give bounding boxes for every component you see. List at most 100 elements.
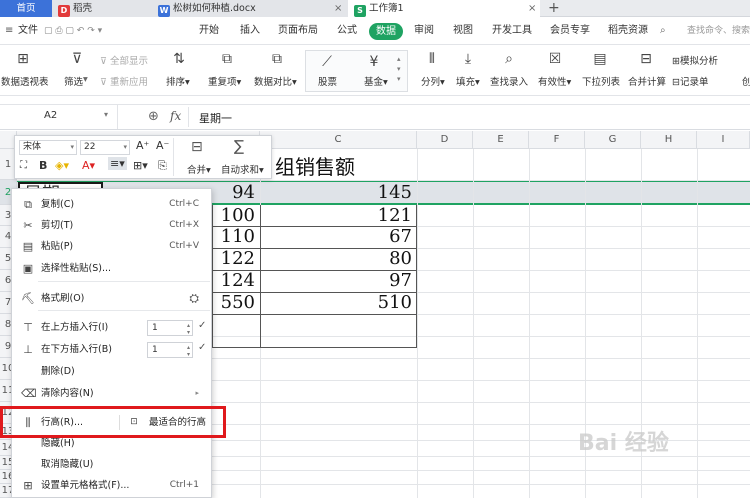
menu-insert[interactable]: 插入	[240, 17, 260, 45]
chevron-right-icon: ▸	[195, 389, 199, 397]
column-header-e[interactable]: E	[473, 131, 529, 149]
menu-file[interactable]: 文件	[18, 17, 38, 45]
font-name-select[interactable]: 宋体 ▾	[19, 140, 77, 155]
bold-icon[interactable]: B	[39, 159, 47, 172]
chevron-down-icon: ▾	[83, 74, 88, 85]
menu-format-cells[interactable]: ⊞ 设置单元格格式(F)... Ctrl+1	[12, 475, 211, 496]
validity-button[interactable]: 有效性▾	[538, 74, 571, 88]
cell-b6[interactable]: 124	[212, 270, 260, 292]
tab-docer[interactable]: D 稻壳	[52, 0, 152, 17]
menu-review[interactable]: 审阅	[414, 17, 434, 45]
sort-button[interactable]: 排序▾	[166, 74, 190, 88]
formula-content: 星期一	[199, 112, 232, 125]
menu-formulas[interactable]: 公式	[337, 17, 357, 45]
fill-color-icon[interactable]: ◈▾	[55, 159, 69, 172]
chevron-down-icon[interactable]: ▾	[104, 110, 108, 119]
column-header-d[interactable]: D	[417, 131, 473, 149]
fill-button[interactable]: 填充▾	[456, 74, 480, 88]
menu-bar: ≡ 文件 ▢ ⎙ ▢ ↶ ↷ ▾ 开始 插入 页面布局 公式 数据 审阅 视图 …	[0, 17, 750, 45]
autosum-button[interactable]: 自动求和▾	[221, 162, 264, 176]
chevron-down-icon: ▾	[70, 143, 74, 151]
check-icon[interactable]: ✓	[198, 342, 206, 353]
pivot-table-button[interactable]: 数据透视表	[1, 74, 49, 88]
menu-view[interactable]: 视图	[453, 17, 473, 45]
cell-c6[interactable]: 97	[260, 270, 417, 292]
stock-button[interactable]: 股票	[318, 74, 337, 88]
show-all-button[interactable]: ⊽ 全部显示	[100, 53, 148, 67]
cell-c2[interactable]: 145	[260, 182, 417, 204]
close-icon[interactable]: ×	[334, 0, 342, 17]
cell-c4[interactable]: 67	[260, 226, 417, 248]
increase-font-icon[interactable]: A⁺	[136, 139, 149, 152]
split-columns-button[interactable]: 分列▾	[421, 74, 445, 88]
hamburger-icon[interactable]: ≡	[5, 17, 13, 45]
formula-bar: A2 ▾ ⊕ fx 星期一	[0, 104, 750, 130]
reapply-button[interactable]: ⊽ 重新应用	[100, 74, 148, 88]
column-header-g[interactable]: G	[585, 131, 641, 149]
menu-format-painter[interactable]: ⛏ 格式刷(O) ⛭	[12, 288, 211, 309]
gallery-scroll-icon[interactable]: ▴ ▾ ▾	[397, 54, 401, 84]
menu-developer[interactable]: 开发工具	[492, 17, 532, 45]
cell-c7[interactable]: 510	[260, 292, 417, 314]
menu-paste[interactable]: ▤ 粘贴(P) Ctrl+V	[12, 236, 211, 257]
tab-home[interactable]: 首页	[0, 0, 52, 17]
merge-button[interactable]: 合并▾	[187, 162, 211, 176]
quick-access-icons[interactable]: ▢ ⎙ ▢ ↶ ↷ ▾	[44, 17, 102, 45]
menu-member[interactable]: 会员专享	[550, 17, 590, 45]
menu-home[interactable]: 开始	[199, 17, 219, 45]
menu-paste-special[interactable]: ▣ 选择性粘贴(S)...	[12, 258, 211, 279]
title-cell[interactable]: 组销售额	[275, 151, 355, 180]
insert-below-count[interactable]: 1 ▴ ▾	[147, 342, 193, 358]
menu-clear-contents[interactable]: ⌫ 清除内容(N) ▸	[12, 383, 211, 404]
align-icon[interactable]: ≡▾	[108, 157, 127, 170]
tab-document[interactable]: W 松树如何种植.docx ×	[152, 0, 348, 17]
formula-input[interactable]: 星期一	[188, 107, 750, 127]
menu-copy[interactable]: ⧉ 复制(C) Ctrl+C	[12, 194, 211, 215]
merge-calc-button[interactable]: 合并计算	[628, 74, 666, 88]
duplicates-button[interactable]: 重复项▾	[208, 74, 241, 88]
split-columns-icon: ⫴	[429, 51, 435, 67]
menu-page-layout[interactable]: 页面布局	[278, 17, 318, 45]
create-button[interactable]: 创	[742, 74, 750, 88]
menu-unhide[interactable]: 取消隐藏(U)	[12, 454, 211, 475]
cell-b2[interactable]: 94	[212, 182, 260, 204]
column-header-f[interactable]: F	[529, 131, 585, 149]
column-header-i[interactable]: I	[697, 131, 750, 149]
zoom-icon[interactable]: ⊕	[148, 109, 159, 124]
insert-above-count[interactable]: 1 ▴ ▾	[147, 320, 193, 336]
decrease-font-icon[interactable]: A⁻	[156, 139, 169, 152]
font-name-value: 宋体	[23, 142, 42, 152]
filter-button[interactable]: 筛选	[64, 74, 83, 88]
cell-c3[interactable]: 121	[260, 205, 417, 226]
cell-b3[interactable]: 100	[212, 205, 260, 226]
search-input[interactable]: 查找命令、搜索	[687, 23, 750, 39]
column-header-h[interactable]: H	[641, 131, 697, 149]
column-header-c[interactable]: C	[260, 131, 417, 149]
what-if-analysis-button[interactable]: ⊞模拟分析	[672, 53, 718, 67]
name-box[interactable]: A2 ▾	[0, 105, 118, 129]
borders-icon[interactable]: ⊞▾	[133, 159, 148, 172]
font-size-select[interactable]: 22 ▾	[80, 140, 130, 155]
menu-delete[interactable]: 删除(D)	[12, 361, 211, 382]
check-icon[interactable]: ✓	[198, 320, 206, 331]
cell-b7[interactable]: 550	[212, 292, 260, 314]
clear-format-icon[interactable]: ⎘	[158, 159, 167, 173]
dropdown-list-button[interactable]: 下拉列表	[582, 74, 620, 88]
format-brush-icon[interactable]: ⛶	[20, 160, 27, 171]
font-color-icon[interactable]: A▾	[82, 159, 95, 172]
menu-docer-resources[interactable]: 稻壳资源	[608, 17, 648, 45]
menu-cut[interactable]: ✂ 剪切(T) Ctrl+X	[12, 215, 211, 236]
record-form-button[interactable]: ⊟记录单	[672, 74, 708, 88]
close-icon[interactable]: ×	[528, 0, 536, 17]
new-tab-plus-icon[interactable]: +	[548, 0, 560, 16]
lookup-entry-button[interactable]: 查找录入	[490, 74, 528, 88]
ribbon-data: ⊞ 数据透视表 ⊽ 筛选 ▾ ⊽ 全部显示 ⊽ 重新应用 ⇅ 排序▾ ⧉ 重复项…	[0, 46, 750, 96]
fx-icon[interactable]: fx	[170, 109, 181, 123]
menu-data[interactable]: 数据	[369, 23, 403, 40]
fund-button[interactable]: 基金▾	[364, 74, 388, 88]
data-compare-button[interactable]: 数据对比▾	[254, 74, 297, 88]
cell-c5[interactable]: 80	[260, 248, 417, 270]
tab-workbook[interactable]: S 工作簿1 ×	[348, 0, 540, 17]
cell-b5[interactable]: 122	[212, 248, 260, 270]
cell-b4[interactable]: 110	[212, 226, 260, 248]
